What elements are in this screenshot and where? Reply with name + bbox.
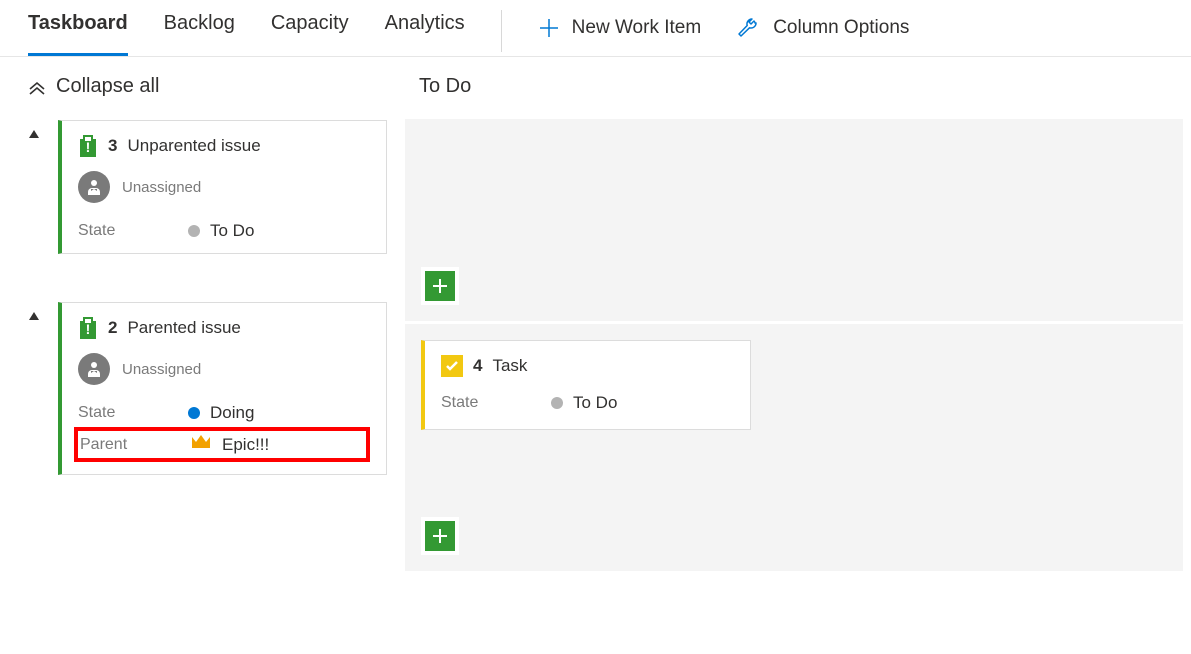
state-value: Doing [210,403,254,423]
epic-crown-icon [190,433,212,456]
work-item-id: 3 [108,136,117,156]
work-item-id: 4 [473,356,482,376]
swimlane[interactable] [405,116,1183,321]
plus-icon [430,526,450,546]
row-toggle-icon[interactable] [28,309,40,321]
column-options-button[interactable]: Column Options [735,15,909,53]
plus-icon [430,276,450,296]
plus-icon [538,17,560,39]
state-field-label: State [78,404,188,422]
assignee-label: Unassigned [122,361,201,378]
work-item-title: Task [492,356,527,376]
top-toolbar: Taskboard Backlog Capacity Analytics New… [0,0,1191,57]
board-body: Collapse all 3 Unparented issue [0,57,1191,571]
toolbar-actions: New Work Item Column Options [538,15,910,53]
issue-icon [78,135,98,157]
backlog-row: 2 Parented issue Unassigned State Doi [28,302,387,475]
parent-field-label: Parent [80,436,190,454]
task-icon [441,355,463,377]
issue-icon [78,317,98,339]
work-item-id: 2 [108,318,117,338]
issue-card[interactable]: 2 Parented issue Unassigned State Doi [58,302,387,475]
row-toggle-icon[interactable] [28,127,40,139]
add-card-button[interactable] [421,267,459,305]
task-card[interactable]: 4 Task State To Do [421,340,751,430]
swimlane[interactable]: 4 Task State To Do [405,321,1183,571]
unassigned-avatar-icon [78,353,110,385]
issue-card[interactable]: 3 Unparented issue Unassigned State T [58,120,387,254]
toolbar-divider [501,10,502,52]
state-value: To Do [573,393,617,413]
collapse-all-button[interactable]: Collapse all [28,75,387,98]
state-field-label: State [441,394,551,412]
state-dot-icon [188,225,200,237]
add-card-button[interactable] [421,517,459,555]
collapse-all-label: Collapse all [56,75,159,98]
unassigned-avatar-icon [78,171,110,203]
tab-capacity[interactable]: Capacity [271,12,349,56]
new-work-item-label: New Work Item [572,17,702,39]
parent-value: Epic!!! [222,435,269,455]
tab-taskboard[interactable]: Taskboard [28,12,128,56]
view-tabs: Taskboard Backlog Capacity Analytics [28,12,465,56]
todo-column: To Do 4 Task State [405,57,1191,571]
state-dot-icon [551,397,563,409]
tab-backlog[interactable]: Backlog [164,12,235,56]
collapse-icon [28,79,46,95]
backlog-row: 3 Unparented issue Unassigned State T [28,120,387,254]
state-value: To Do [210,221,254,241]
state-dot-icon [188,407,200,419]
tab-analytics[interactable]: Analytics [385,12,465,56]
work-item-title: Unparented issue [127,136,260,156]
column-header: To Do [405,57,1183,116]
parent-highlight: Parent Epic!!! [74,427,370,462]
column-options-label: Column Options [773,17,909,39]
backlog-column: Collapse all 3 Unparented issue [0,57,405,571]
work-item-title: Parented issue [127,318,240,338]
state-field-label: State [78,222,188,240]
wrench-icon [735,15,761,41]
new-work-item-button[interactable]: New Work Item [538,17,702,51]
assignee-label: Unassigned [122,179,201,196]
